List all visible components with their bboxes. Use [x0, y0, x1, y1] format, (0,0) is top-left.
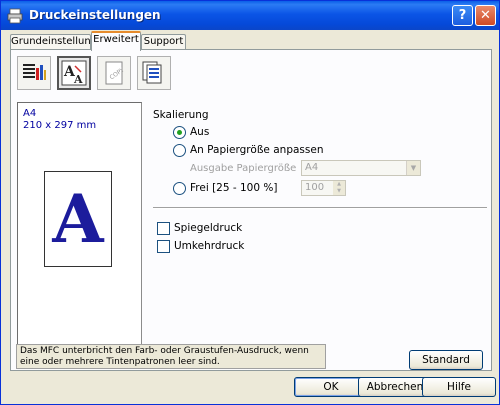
- scaling-icon: A A: [61, 60, 87, 86]
- spin-up-icon[interactable]: ▲: [333, 181, 345, 188]
- reverse-print-checkbox[interactable]: [157, 240, 170, 253]
- tab-support[interactable]: Support: [141, 34, 186, 50]
- info-message: Das MFC unterbricht den Farb- oder Graus…: [16, 344, 326, 369]
- free-scaling-label[interactable]: Frei [25 - 100 %]: [190, 182, 277, 194]
- default-button[interactable]: Standard: [409, 350, 483, 370]
- chevron-down-icon: ▼: [406, 161, 420, 175]
- printer-icon: [7, 8, 23, 24]
- scaling-heading: Skalierung: [153, 109, 209, 121]
- help-title-button[interactable]: ?: [452, 5, 473, 26]
- svg-text:A: A: [73, 73, 83, 86]
- title-bar[interactable]: Druckeinstellungen ? ✕: [1, 1, 499, 30]
- radio-free-scaling[interactable]: [173, 182, 186, 195]
- spin-down-icon[interactable]: ▼: [333, 188, 345, 195]
- scaling-off-label[interactable]: Aus: [190, 126, 209, 138]
- ok-button[interactable]: OK: [294, 377, 368, 397]
- color-settings-button[interactable]: [17, 56, 51, 90]
- tab-panel: A A COPY A4 210 x 297 mm A Skalierung Au…: [10, 49, 492, 371]
- reverse-print-label[interactable]: Umkehrdruck: [174, 240, 244, 252]
- printer-settings-dialog: Druckeinstellungen ? ✕ Grundeinstellunge…: [0, 0, 500, 405]
- mirror-print-checkbox[interactable]: [157, 222, 170, 235]
- feature-toolbar: A A COPY: [17, 56, 172, 92]
- help-button[interactable]: Hilfe: [422, 377, 496, 397]
- page-preview: A4 210 x 297 mm A: [17, 102, 142, 346]
- close-button[interactable]: ✕: [475, 5, 496, 26]
- color-settings-icon: [23, 64, 46, 80]
- tab-grundeinstellungen[interactable]: Grundeinstellungen: [10, 34, 110, 50]
- watermark-icon: COPY: [105, 61, 126, 85]
- preview-page: A: [44, 171, 112, 267]
- radio-scaling-off[interactable]: [173, 126, 186, 139]
- mirror-print-label[interactable]: Spiegeldruck: [174, 222, 242, 234]
- page-options-icon: [142, 61, 162, 84]
- preview-dimensions: 210 x 297 mm: [23, 120, 97, 131]
- output-paper-size-value: A4: [305, 162, 319, 173]
- preview-paper-size: A4: [23, 108, 37, 119]
- separator: [153, 207, 487, 209]
- cancel-button[interactable]: Abbrechen: [358, 377, 432, 397]
- radio-fit-to-paper[interactable]: [173, 144, 186, 157]
- scaling-button[interactable]: A A: [57, 56, 91, 90]
- fit-to-paper-label[interactable]: An Papiergröße anpassen: [190, 144, 323, 156]
- watermark-button[interactable]: COPY: [97, 56, 131, 90]
- free-scaling-value: 100: [305, 182, 325, 193]
- page-options-button[interactable]: [137, 56, 171, 90]
- window-title: Druckeinstellungen: [29, 8, 161, 22]
- tab-erweitert[interactable]: Erweitert: [91, 31, 141, 51]
- output-paper-size-select[interactable]: A4 ▼: [301, 160, 421, 176]
- output-paper-size-label: Ausgabe Papiergröße: [190, 163, 297, 174]
- preview-letter: A: [52, 180, 104, 258]
- free-scaling-spinner[interactable]: 100 ▲ ▼: [301, 180, 346, 196]
